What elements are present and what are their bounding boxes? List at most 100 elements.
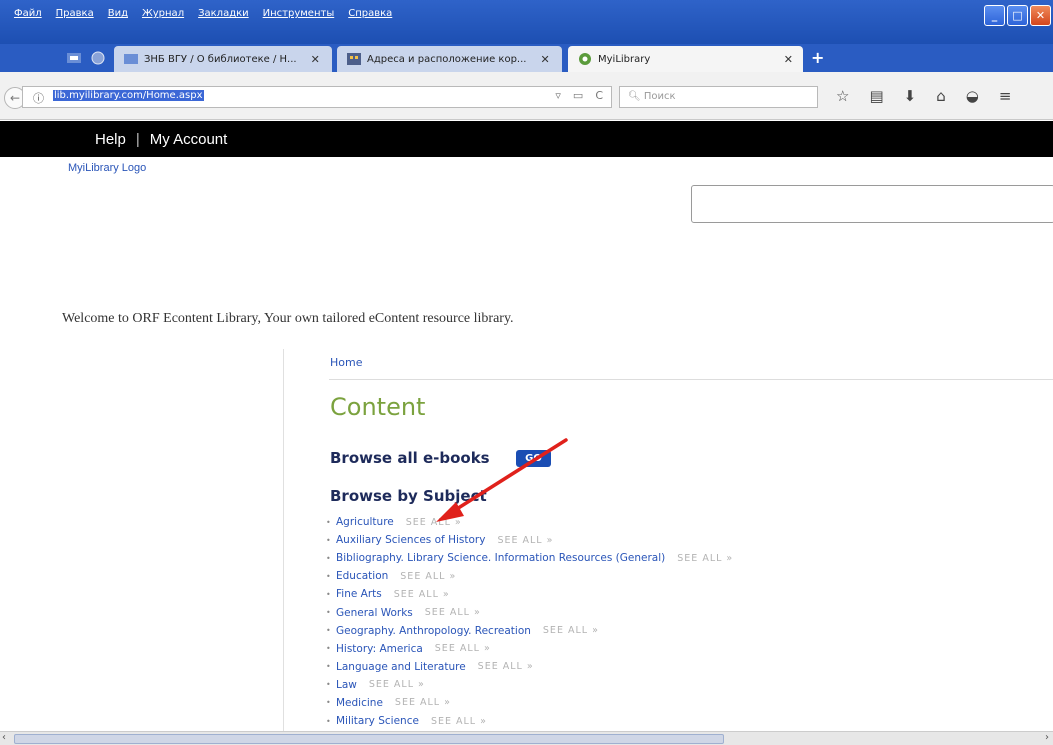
subject-link[interactable]: Geography. Anthropology. Recreation bbox=[336, 625, 531, 637]
tab-myilibrary[interactable]: MyiLibrary ✕ bbox=[568, 46, 803, 72]
subject-link[interactable]: Military Science bbox=[336, 715, 419, 727]
scroll-right-icon[interactable]: › bbox=[1045, 732, 1049, 743]
download-icon[interactable]: ⬇ bbox=[904, 87, 917, 105]
menu-hamburger-icon[interactable]: ≡ bbox=[999, 87, 1012, 105]
site-top-nav: Help | My Account bbox=[0, 121, 1053, 157]
go-button[interactable]: GO bbox=[516, 450, 551, 467]
bullet-icon: • bbox=[326, 608, 331, 618]
dropdown-icon[interactable]: ▿ bbox=[555, 89, 561, 102]
bookmark-star-icon[interactable]: ☆ bbox=[836, 87, 849, 105]
address-bar[interactable]: ⓘ lib.myilibrary.com/Home.aspx ▿ ▭ C bbox=[22, 86, 612, 108]
url-text[interactable]: lib.myilibrary.com/Home.aspx bbox=[53, 90, 204, 101]
bullet-icon: • bbox=[326, 571, 331, 581]
subject-item: • General Works SEE ALL » bbox=[326, 603, 733, 621]
site-logo[interactable]: MyiLibrary Logo bbox=[68, 162, 146, 174]
subject-item: • Fine Arts SEE ALL » bbox=[326, 585, 733, 603]
welcome-text: Welcome to ORF Econtent Library, Your ow… bbox=[62, 311, 514, 326]
subject-link[interactable]: Law bbox=[336, 679, 357, 691]
tab-close-icon[interactable]: ✕ bbox=[311, 53, 320, 66]
bullet-icon: • bbox=[326, 535, 331, 545]
horizontal-scrollbar[interactable]: ‹ › bbox=[0, 731, 1053, 745]
browse-by-subject-heading: Browse by Subject bbox=[330, 487, 487, 505]
subject-item: • Agriculture SEE ALL » bbox=[326, 513, 733, 531]
see-all-link[interactable]: SEE ALL » bbox=[395, 697, 451, 708]
bullet-icon: • bbox=[326, 644, 331, 654]
globe-icon bbox=[91, 51, 105, 65]
help-link[interactable]: Help bbox=[95, 131, 126, 148]
see-all-link[interactable]: SEE ALL » bbox=[431, 716, 487, 727]
subject-list: • Agriculture SEE ALL » • Auxiliary Sciences… bbox=[326, 513, 733, 730]
menu-edit[interactable]: Правка bbox=[56, 8, 94, 26]
see-all-link[interactable]: SEE ALL » bbox=[394, 589, 450, 600]
bullet-icon: • bbox=[326, 698, 331, 708]
bookmarks-list-icon[interactable]: ▤ bbox=[869, 87, 883, 105]
see-all-link[interactable]: SEE ALL » bbox=[677, 553, 733, 564]
tab-close-icon[interactable]: ✕ bbox=[540, 53, 549, 66]
see-all-link[interactable]: SEE ALL » bbox=[400, 571, 456, 582]
subject-link[interactable]: Auxiliary Sciences of History bbox=[336, 534, 485, 546]
subject-link[interactable]: General Works bbox=[336, 607, 413, 619]
myilibrary-favicon-icon bbox=[579, 53, 591, 65]
new-tab-button[interactable]: + bbox=[811, 48, 824, 67]
site-info-icon[interactable]: ⓘ bbox=[33, 90, 44, 106]
pocket-icon[interactable]: ◒ bbox=[966, 87, 979, 105]
content-panel: Home Content Browse all e-books GO Brows… bbox=[283, 349, 1053, 731]
library-logo-icon bbox=[124, 54, 138, 64]
library-logo-icon bbox=[67, 53, 81, 63]
search-icon: 🔍︎ bbox=[628, 91, 641, 102]
see-all-link[interactable]: SEE ALL » bbox=[435, 643, 491, 654]
close-window-button[interactable]: ✕ bbox=[1030, 5, 1051, 26]
subject-link[interactable]: Education bbox=[336, 570, 388, 582]
home-icon[interactable]: ⌂ bbox=[936, 87, 946, 105]
tab-close-icon[interactable]: ✕ bbox=[784, 53, 793, 66]
tab-znb-library[interactable]: ЗНБ ВГУ / О библиотеке / Н... ✕ bbox=[114, 46, 332, 72]
see-all-link[interactable]: SEE ALL » bbox=[369, 679, 425, 690]
menu-bar: Файл Правка Вид Журнал Закладки Инструме… bbox=[14, 8, 392, 26]
reader-view-icon[interactable]: ▭ bbox=[573, 89, 583, 102]
tab-label: ЗНБ ВГУ / О библиотеке / Н... bbox=[144, 53, 297, 65]
see-all-link[interactable]: SEE ALL » bbox=[543, 625, 599, 636]
pinned-tab-icon[interactable] bbox=[62, 49, 86, 67]
minimize-button[interactable]: _ bbox=[984, 5, 1005, 26]
menu-help[interactable]: Справка bbox=[348, 8, 392, 26]
bullet-icon: • bbox=[326, 553, 331, 563]
menu-view[interactable]: Вид bbox=[108, 8, 128, 26]
breadcrumb-home[interactable]: Home bbox=[330, 356, 362, 369]
subject-link[interactable]: Language and Literature bbox=[336, 661, 466, 673]
nav-separator: | bbox=[135, 130, 140, 148]
scrollbar-thumb[interactable] bbox=[14, 734, 724, 744]
menu-bookmarks[interactable]: Закладки bbox=[198, 8, 249, 26]
menu-tools[interactable]: Инструменты bbox=[263, 8, 335, 26]
my-account-link[interactable]: My Account bbox=[150, 131, 228, 148]
tab-label: MyiLibrary bbox=[598, 53, 651, 65]
browse-all-heading: Browse all e-books bbox=[330, 449, 490, 467]
subject-link[interactable]: Agriculture bbox=[336, 516, 394, 528]
bullet-icon: • bbox=[326, 517, 331, 527]
bullet-icon: • bbox=[326, 626, 331, 636]
subject-link[interactable]: History: America bbox=[336, 643, 423, 655]
scroll-left-icon[interactable]: ‹ bbox=[2, 732, 6, 743]
menu-history[interactable]: Журнал bbox=[142, 8, 184, 26]
browser-search-input[interactable]: 🔍︎ Поиск bbox=[619, 86, 818, 108]
divider bbox=[329, 379, 1053, 380]
maximize-button[interactable]: □ bbox=[1007, 5, 1028, 26]
see-all-link[interactable]: SEE ALL » bbox=[406, 517, 462, 528]
tab-addresses[interactable]: Адреса и расположение кор... ✕ bbox=[337, 46, 562, 72]
subject-link[interactable]: Bibliography. Library Science. Informati… bbox=[336, 552, 665, 564]
subject-link[interactable]: Fine Arts bbox=[336, 588, 382, 600]
menu-file[interactable]: Файл bbox=[14, 8, 42, 26]
subject-item: • Law SEE ALL » bbox=[326, 676, 733, 694]
site-search-input[interactable] bbox=[691, 185, 1053, 223]
see-all-link[interactable]: SEE ALL » bbox=[497, 535, 553, 546]
url-tools: ▿ ▭ C bbox=[555, 89, 603, 102]
pinned-tab-globe[interactable] bbox=[86, 49, 110, 67]
subject-link[interactable]: Medicine bbox=[336, 697, 383, 709]
reload-icon[interactable]: C bbox=[595, 89, 603, 102]
see-all-link[interactable]: SEE ALL » bbox=[478, 661, 534, 672]
window-controls: _ □ ✕ bbox=[984, 5, 1051, 26]
see-all-link[interactable]: SEE ALL » bbox=[425, 607, 481, 618]
subject-item: • Geography. Anthropology. Recreation SEE … bbox=[326, 622, 733, 640]
subject-item: • History: America SEE ALL » bbox=[326, 640, 733, 658]
subject-item: • Auxiliary Sciences of History SEE ALL » bbox=[326, 531, 733, 549]
subject-item: • Military Science SEE ALL » bbox=[326, 712, 733, 730]
